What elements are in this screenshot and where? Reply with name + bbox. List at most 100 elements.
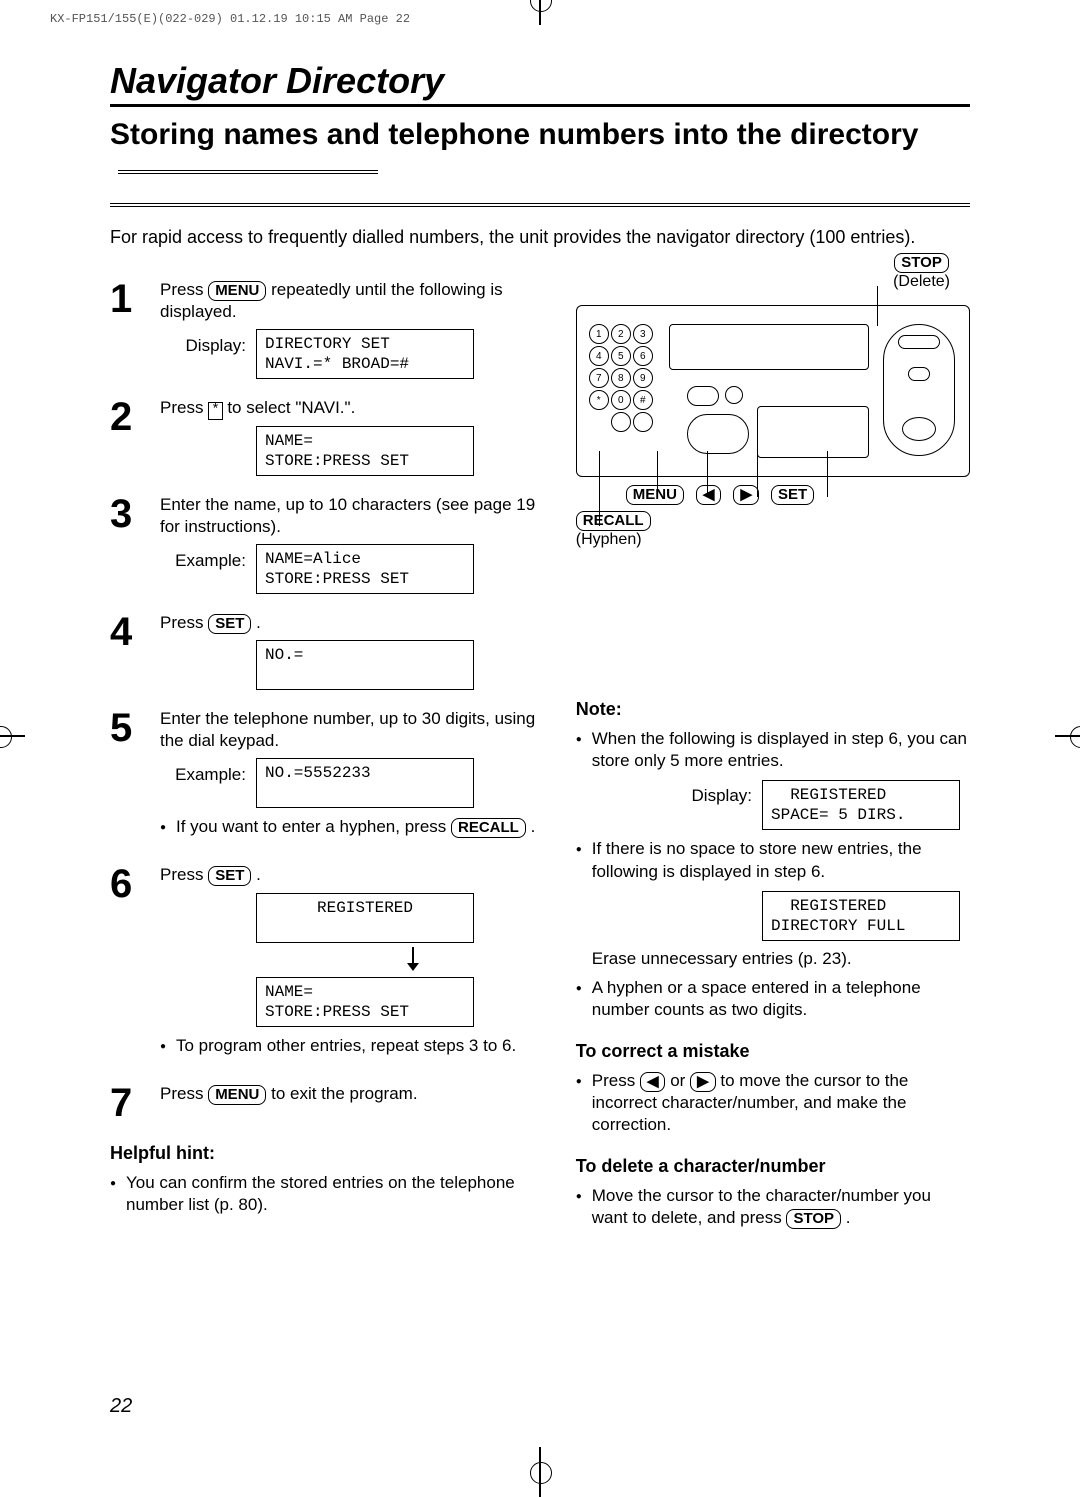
arrow-down-icon — [280, 947, 546, 971]
delete-label: (Delete) — [893, 273, 950, 290]
correct-mistake-title: To correct a mistake — [576, 1041, 970, 1062]
correct-text: Press — [592, 1071, 640, 1090]
note-bullet: When the following is displayed in step … — [576, 728, 970, 772]
step-text: Press — [160, 398, 208, 417]
lcd-display: REGISTERED — [256, 893, 474, 943]
set-button-label: SET — [771, 485, 814, 505]
device-illustration: 1 2 3 4 5 6 7 8 9 * 0 # — [576, 305, 970, 477]
key-blank — [611, 412, 631, 432]
step-text: Enter the telephone number, up to 30 dig… — [160, 709, 535, 750]
example-label: Example: — [160, 544, 246, 572]
stop-button-label: STOP — [894, 253, 949, 273]
right-column: STOP (Delete) 1 2 3 4 5 6 7 8 9 * 0 # — [576, 279, 970, 1237]
step-text: to exit the program. — [271, 1084, 417, 1103]
step-1: 1 Press MENU repeatedly until the follow… — [110, 279, 546, 379]
lcd-display: DIRECTORY SET NAVI.=* BROAD=# — [256, 329, 474, 379]
right-arrow-icon: ▶ — [690, 1072, 716, 1092]
bullet-text: . — [531, 817, 536, 836]
step-number: 3 — [110, 494, 146, 594]
stop-button-label: STOP — [786, 1209, 841, 1229]
step-4: 4 Press SET . NO.= — [110, 612, 546, 690]
step-7: 7 Press MENU to exit the program. — [110, 1083, 546, 1123]
display-label: Display: — [160, 329, 246, 357]
step-3: 3 Enter the name, up to 10 characters (s… — [110, 494, 546, 594]
left-arrow-icon: ◀ — [640, 1072, 666, 1092]
key-2: 2 — [611, 324, 631, 344]
step-text: to select "NAVI.". — [227, 398, 355, 417]
menu-button: MENU — [208, 281, 266, 301]
step-number: 2 — [110, 397, 146, 475]
key-1: 1 — [589, 324, 609, 344]
round-button — [725, 386, 743, 404]
step-text: Enter the name, up to 10 characters (see… — [160, 495, 535, 536]
small-button — [687, 386, 719, 406]
page-title-text: Storing names and telephone numbers into… — [110, 118, 918, 151]
lcd-display: REGISTERED SPACE= 5 DIRS. — [762, 780, 960, 830]
section-title: Navigator Directory — [110, 60, 970, 107]
page-title: Storing names and telephone numbers into… — [110, 117, 970, 189]
step-text: Press — [160, 280, 208, 299]
step-number: 4 — [110, 612, 146, 690]
step-6: 6 Press SET . REGISTERED NAME= STORE:PRE — [110, 864, 546, 1064]
title-rule — [110, 199, 970, 207]
step-text: . — [256, 865, 261, 884]
page-header-meta: KX-FP151/155(E)(022-029) 01.12.19 10:15 … — [50, 12, 410, 26]
correct-text: or — [670, 1071, 690, 1090]
lcd-display: NAME= STORE:PRESS SET — [256, 977, 474, 1027]
delete-text: . — [846, 1208, 851, 1227]
keypad: 1 2 3 4 5 6 7 8 9 * 0 # — [589, 324, 653, 432]
intro-text: For rapid access to frequently dialled n… — [110, 225, 970, 249]
delete-bullet: Move the cursor to the character/number … — [576, 1185, 970, 1229]
key-0: 0 — [611, 390, 631, 410]
note-bullet: If there is no space to store new entrie… — [576, 838, 970, 882]
step-number: 7 — [110, 1083, 146, 1123]
star-key: * — [208, 402, 222, 419]
key-hash: # — [633, 390, 653, 410]
step-number: 1 — [110, 279, 146, 379]
large-oval-button — [687, 414, 749, 454]
left-arrow-icon: ◀ — [696, 485, 722, 505]
step-text: Press — [160, 613, 208, 632]
step-number: 5 — [110, 708, 146, 846]
helpful-hint-title: Helpful hint: — [110, 1143, 546, 1164]
set-button: SET — [208, 614, 251, 634]
paper-tray — [757, 406, 869, 458]
stop-annotation: STOP (Delete) — [893, 253, 950, 291]
lcd-display: REGISTERED DIRECTORY FULL — [762, 891, 960, 941]
helpful-hint-bullet: You can confirm the stored entries on th… — [110, 1172, 546, 1216]
steps-column: 1 Press MENU repeatedly until the follow… — [110, 279, 546, 1237]
recall-button: RECALL — [451, 818, 526, 838]
step-number: 6 — [110, 864, 146, 1064]
key-6: 6 — [633, 346, 653, 366]
note-label: Note: — [576, 699, 970, 720]
right-arrow-icon: ▶ — [733, 485, 759, 505]
key-9: 9 — [633, 368, 653, 388]
page-number: 22 — [110, 1395, 132, 1418]
menu-button: MENU — [208, 1085, 266, 1105]
key-3: 3 — [633, 324, 653, 344]
note-bullet: A hyphen or a space entered in a telepho… — [576, 977, 970, 1021]
key-8: 8 — [611, 368, 631, 388]
key-star: * — [589, 390, 609, 410]
delete-char-title: To delete a character/number — [576, 1156, 970, 1177]
handset — [883, 324, 955, 456]
key-7: 7 — [589, 368, 609, 388]
bullet-text: If you want to enter a hyphen, press — [176, 817, 451, 836]
erase-text: Erase unnecessary entries (p. 23). — [592, 949, 970, 969]
delete-text: Move the cursor to the character/number … — [592, 1186, 931, 1227]
display-label: Display: — [692, 780, 752, 830]
lcd-display: NO.=5552233 — [256, 758, 474, 808]
lcd-display: NO.= — [256, 640, 474, 690]
lcd-display: NAME=Alice STORE:PRESS SET — [256, 544, 474, 594]
display-panel — [669, 324, 869, 370]
key-5: 5 — [611, 346, 631, 366]
example-label: Example: — [160, 758, 246, 786]
step-2: 2 Press * to select "NAVI.". NAME= STORE… — [110, 397, 546, 475]
key-4: 4 — [589, 346, 609, 366]
step-bullet: If you want to enter a hyphen, press REC… — [160, 816, 546, 838]
step-text: . — [256, 613, 261, 632]
hyphen-label: (Hyphen) — [576, 531, 642, 548]
correct-bullet: Press ◀ or ▶ to move the cursor to the i… — [576, 1070, 970, 1136]
lcd-display: NAME= STORE:PRESS SET — [256, 426, 474, 476]
set-button: SET — [208, 866, 251, 886]
